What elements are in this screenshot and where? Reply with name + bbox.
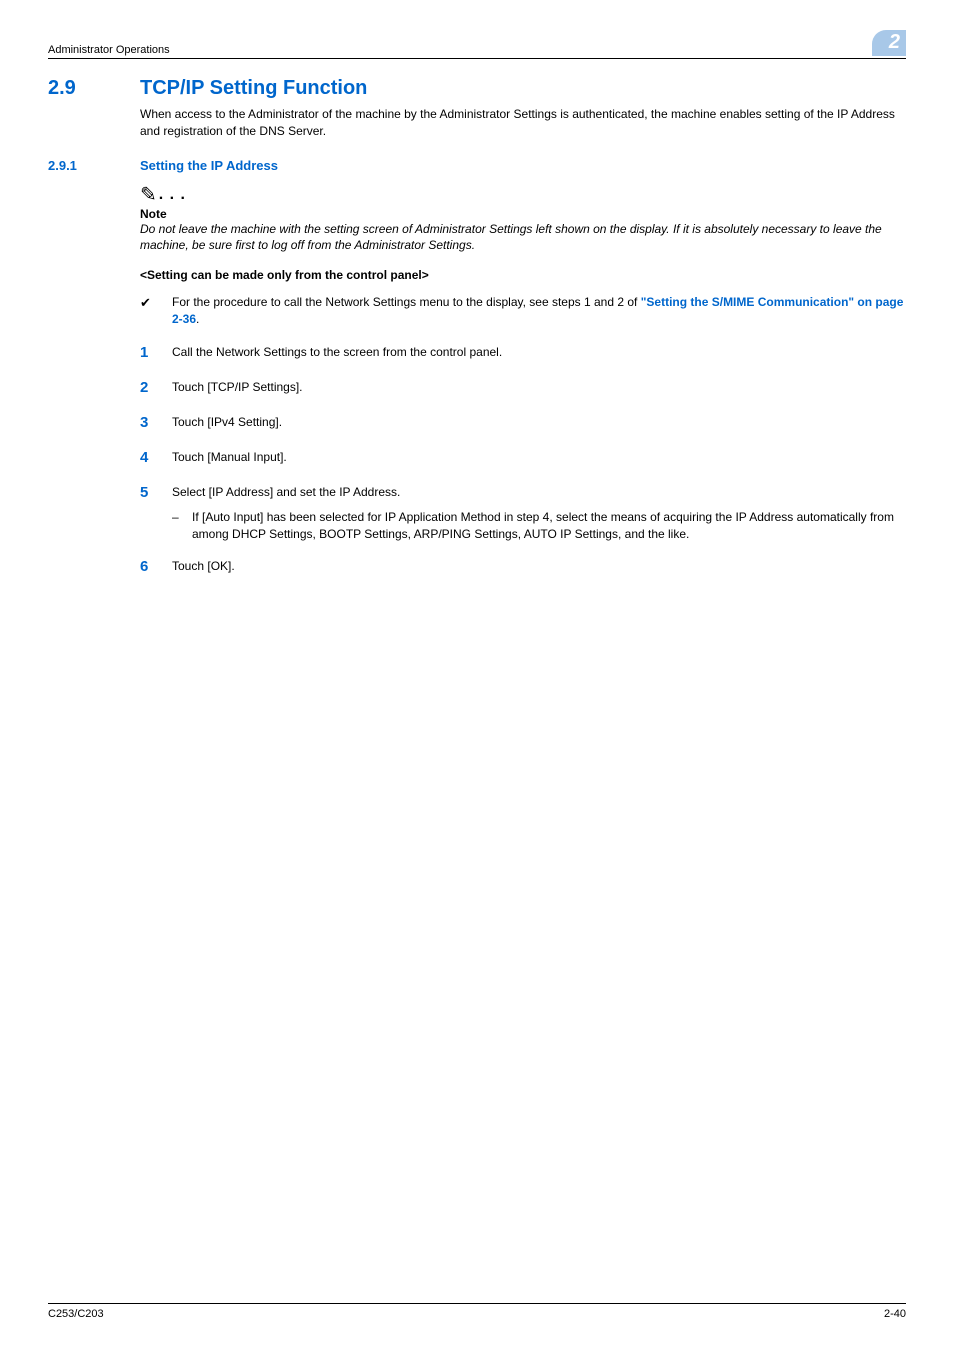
step-text: Touch [OK]. bbox=[172, 556, 906, 575]
step-number: 5 bbox=[140, 482, 172, 503]
step-row-6: 6 Touch [OK]. bbox=[140, 556, 906, 577]
step-5-sub: – If [Auto Input] has been selected for … bbox=[172, 509, 906, 543]
page: Administrator Operations 2 2.9 TCP/IP Se… bbox=[0, 0, 954, 1350]
note-icon-row: ✎ . . . bbox=[140, 185, 906, 205]
step-row-1: 1 Call the Network Settings to the scree… bbox=[140, 342, 906, 363]
note-block: ✎ . . . Note Do not leave the machine wi… bbox=[140, 185, 906, 255]
chapter-number: 2 bbox=[889, 31, 900, 54]
section-title: TCP/IP Setting Function bbox=[140, 77, 367, 100]
step-number: 6 bbox=[140, 556, 172, 577]
footer-page-number: 2-40 bbox=[884, 1308, 906, 1320]
step-text: Call the Network Settings to the screen … bbox=[172, 342, 906, 361]
section-intro-paragraph: When access to the Administrator of the … bbox=[140, 106, 906, 140]
step-number: 2 bbox=[140, 377, 172, 398]
step-number: 3 bbox=[140, 412, 172, 433]
step-text: Touch [TCP/IP Settings]. bbox=[172, 377, 906, 396]
note-label: Note bbox=[140, 207, 906, 221]
subsection-title: Setting the IP Address bbox=[140, 158, 278, 173]
footer-model: C253/C203 bbox=[48, 1308, 104, 1320]
section-2-9-heading: 2.9 TCP/IP Setting Function bbox=[48, 77, 906, 100]
step-row-3: 3 Touch [IPv4 Setting]. bbox=[140, 412, 906, 433]
check-icon: ✔ bbox=[140, 294, 172, 312]
note-dots: . . . bbox=[159, 187, 186, 205]
page-header: Administrator Operations 2 bbox=[48, 30, 906, 59]
pencil-icon: ✎ bbox=[140, 185, 157, 205]
prereq-suffix: . bbox=[196, 312, 199, 326]
subsection-number: 2.9.1 bbox=[48, 158, 140, 173]
prerequisite-text: For the procedure to call the Network Se… bbox=[172, 294, 906, 328]
step-text: Touch [Manual Input]. bbox=[172, 447, 906, 466]
panel-only-title: <Setting can be made only from the contr… bbox=[140, 268, 906, 282]
step-text: Touch [IPv4 Setting]. bbox=[172, 412, 906, 431]
prereq-prefix: For the procedure to call the Network Se… bbox=[172, 295, 641, 309]
step-row-5: 5 Select [IP Address] and set the IP Add… bbox=[140, 482, 906, 503]
step-row-2: 2 Touch [TCP/IP Settings]. bbox=[140, 377, 906, 398]
chapter-badge: 2 bbox=[872, 30, 906, 56]
note-text: Do not leave the machine with the settin… bbox=[140, 221, 906, 255]
dash-icon: – bbox=[172, 509, 192, 526]
step-5-sub-text: If [Auto Input] has been selected for IP… bbox=[192, 509, 906, 543]
page-footer: C253/C203 2-40 bbox=[48, 1303, 906, 1320]
section-number: 2.9 bbox=[48, 77, 140, 100]
step-text: Select [IP Address] and set the IP Addre… bbox=[172, 482, 906, 501]
step-number: 1 bbox=[140, 342, 172, 363]
section-2-9-1-heading: 2.9.1 Setting the IP Address bbox=[48, 158, 906, 173]
prerequisite-row: ✔ For the procedure to call the Network … bbox=[140, 294, 906, 328]
step-row-4: 4 Touch [Manual Input]. bbox=[140, 447, 906, 468]
breadcrumb: Administrator Operations bbox=[48, 44, 170, 56]
step-number: 4 bbox=[140, 447, 172, 468]
